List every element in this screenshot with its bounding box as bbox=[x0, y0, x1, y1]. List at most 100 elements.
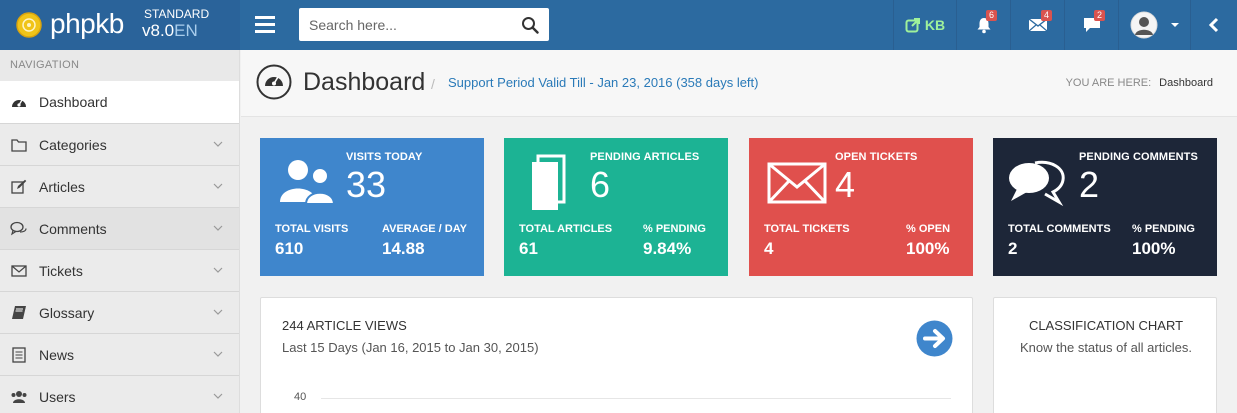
logo-text: phpkb bbox=[50, 8, 124, 39]
stat-val-1: 2 bbox=[1008, 239, 1018, 258]
dashboard-icon bbox=[256, 64, 292, 100]
article-views-panel: 244 ARTICLE VIEWS Last 15 Days (Jan 16, … bbox=[260, 297, 973, 413]
chat-button[interactable]: 2 bbox=[1064, 0, 1118, 50]
menu-icon bbox=[255, 16, 275, 33]
comments-icon bbox=[10, 220, 28, 238]
top-bar: phpkb STANDARD v8.0EN KB bbox=[0, 0, 1237, 50]
envelope-icon bbox=[10, 262, 28, 280]
chevron-down-icon bbox=[213, 141, 223, 147]
notifications-button[interactable]: 6 bbox=[956, 0, 1010, 50]
sidebar-item-label: Glossary bbox=[39, 304, 95, 321]
sidebar-item-label: Dashboard bbox=[39, 94, 108, 110]
user-menu[interactable] bbox=[1118, 0, 1190, 50]
stat-val-2: 14.88 bbox=[382, 239, 425, 258]
stat-val-1: 610 bbox=[275, 239, 304, 258]
chevron-down-icon bbox=[213, 183, 223, 189]
y-axis-tick: 40 bbox=[294, 391, 307, 403]
stat-key-2: % OPEN bbox=[906, 223, 951, 235]
search-icon[interactable] bbox=[521, 16, 539, 34]
chevron-down-icon bbox=[213, 351, 223, 357]
stat-key-1: TOTAL VISITS bbox=[275, 223, 349, 235]
sidebar-item-dashboard[interactable]: Dashboard bbox=[0, 81, 239, 123]
kb-label: KB bbox=[924, 17, 946, 33]
stat-key-2: AVERAGE / DAY bbox=[382, 223, 467, 235]
title-separator: / bbox=[431, 76, 435, 92]
stat-key-1: TOTAL ARTICLES bbox=[519, 223, 613, 235]
top-right-toolbar: KB 6 4 2 bbox=[893, 0, 1237, 50]
kb-link[interactable]: KB bbox=[893, 0, 956, 50]
stat-value: 2 bbox=[1079, 164, 1100, 205]
stat-key-2: % PENDING bbox=[643, 223, 706, 235]
stat-card-articles[interactable]: PENDING ARTICLES 6 TOTAL ARTICLES 61 % P… bbox=[504, 138, 728, 276]
logo-icon bbox=[16, 12, 42, 38]
external-link-icon bbox=[905, 18, 920, 33]
stat-val-2: 100% bbox=[906, 239, 950, 258]
chevron-down-icon bbox=[213, 225, 223, 231]
stat-label: PENDING COMMENTS bbox=[1079, 151, 1198, 163]
search-box bbox=[299, 8, 549, 41]
brand[interactable]: phpkb STANDARD v8.0EN bbox=[0, 0, 240, 50]
breadcrumb: YOU ARE HERE: Dashboard bbox=[1066, 77, 1213, 89]
panel-subtitle: Last 15 Days (Jan 16, 2015 to Jan 30, 20… bbox=[282, 340, 539, 355]
arrow-right-icon[interactable] bbox=[916, 320, 953, 357]
users-icon bbox=[280, 160, 336, 205]
stat-value: 4 bbox=[835, 164, 856, 205]
comments-icon bbox=[1009, 160, 1065, 207]
stat-label: OPEN TICKETS bbox=[835, 151, 918, 163]
notifications-badge: 6 bbox=[986, 10, 998, 21]
edit-icon bbox=[10, 178, 28, 196]
sidebar-item-users[interactable]: Users bbox=[0, 375, 239, 413]
chevron-left-icon bbox=[1208, 17, 1219, 33]
stat-label: VISITS TODAY bbox=[346, 151, 423, 163]
book-icon bbox=[10, 304, 28, 322]
chevron-down-icon bbox=[213, 309, 223, 315]
stat-value: 6 bbox=[590, 164, 611, 205]
version-label: v8.0EN bbox=[142, 21, 198, 40]
documents-icon bbox=[532, 154, 566, 210]
grid-line bbox=[321, 398, 951, 399]
sidebar-item-label: Comments bbox=[39, 220, 107, 237]
sidebar-item-articles[interactable]: Articles bbox=[0, 165, 239, 207]
sidebar-item-label: Tickets bbox=[39, 262, 83, 279]
stat-val-1: 61 bbox=[519, 239, 538, 258]
stat-card-visits[interactable]: VISITS TODAY 33 TOTAL VISITS 610 AVERAGE… bbox=[260, 138, 484, 276]
support-period-link[interactable]: Support Period Valid Till - Jan 23, 2016… bbox=[448, 75, 759, 90]
chat-badge: 2 bbox=[1094, 10, 1106, 21]
sidebar-item-label: Articles bbox=[39, 178, 85, 195]
caret-down-icon bbox=[1170, 23, 1179, 27]
stat-value: 33 bbox=[346, 164, 387, 205]
stat-val-1: 4 bbox=[764, 239, 774, 258]
stat-key-2: % PENDING bbox=[1132, 223, 1195, 235]
stat-label: PENDING ARTICLES bbox=[590, 151, 700, 163]
page-header: Dashboard / Support Period Valid Till - … bbox=[241, 50, 1237, 117]
breadcrumb-label: YOU ARE HERE: bbox=[1065, 77, 1152, 89]
sidebar-item-tickets[interactable]: Tickets bbox=[0, 249, 239, 291]
newspaper-icon bbox=[10, 346, 28, 364]
stat-val-2: 100% bbox=[1132, 239, 1176, 258]
dashboard-icon bbox=[10, 93, 28, 111]
stat-card-tickets[interactable]: OPEN TICKETS 4 TOTAL TICKETS 4 % OPEN 10… bbox=[749, 138, 973, 276]
stat-key-1: TOTAL COMMENTS bbox=[1008, 223, 1111, 235]
sidebar-item-label: News bbox=[39, 346, 75, 363]
chevron-down-icon bbox=[213, 393, 223, 399]
sidebar: NAVIGATION Dashboard Categories Articles… bbox=[0, 50, 240, 413]
folder-icon bbox=[10, 136, 28, 154]
breadcrumb-current: Dashboard bbox=[1159, 77, 1213, 89]
panel-title: 244 ARTICLE VIEWS bbox=[282, 318, 407, 333]
messages-button[interactable]: 4 bbox=[1010, 0, 1064, 50]
sidebar-item-label: Users bbox=[39, 388, 76, 405]
panel-subtitle: Know the status of all articles. bbox=[1020, 340, 1192, 355]
panel-title: CLASSIFICATION CHART bbox=[1028, 318, 1184, 333]
search-input[interactable] bbox=[299, 8, 509, 41]
chevron-down-icon bbox=[213, 267, 223, 273]
sidebar-item-categories[interactable]: Categories bbox=[0, 123, 239, 165]
sidebar-item-news[interactable]: News bbox=[0, 333, 239, 375]
collapse-button[interactable] bbox=[1190, 0, 1237, 50]
stat-card-comments[interactable]: PENDING COMMENTS 2 TOTAL COMMENTS 2 % PE… bbox=[993, 138, 1217, 276]
menu-toggle-button[interactable] bbox=[240, 0, 290, 50]
classification-chart-panel: CLASSIFICATION CHART Know the status of … bbox=[993, 297, 1217, 413]
stat-key-1: TOTAL TICKETS bbox=[764, 223, 850, 235]
sidebar-item-glossary[interactable]: Glossary bbox=[0, 291, 239, 333]
sidebar-item-comments[interactable]: Comments bbox=[0, 207, 239, 249]
sidebar-item-label: Categories bbox=[39, 136, 107, 153]
